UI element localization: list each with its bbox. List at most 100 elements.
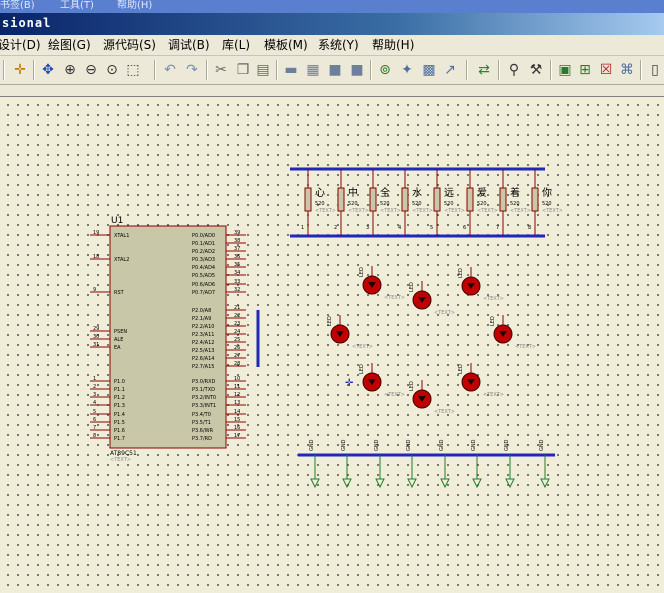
mcu-pin-name: P3.1/TXD (192, 387, 215, 393)
resistor-label: 爱 (477, 186, 487, 199)
wire-autorouter-icon[interactable]: ⇄ (474, 60, 494, 80)
mcu-ref: U1 (111, 216, 123, 226)
mcu-pin-name: P1.7 (114, 436, 125, 442)
led-part-label: LED (458, 364, 464, 374)
add-sheet-icon[interactable]: ⊞ (575, 60, 595, 80)
pick-device-icon[interactable]: ⊚ (375, 60, 395, 80)
package-icon[interactable]: ▩ (419, 60, 439, 80)
toolbar-separator (466, 60, 468, 80)
mcu-pin-name: P1.6 (114, 428, 125, 434)
led-part-label: LED (359, 267, 365, 277)
menu-source[interactable]: 源代码(S) (103, 37, 156, 53)
led-text-placeholder: <TEXT> (384, 295, 405, 301)
mcu-pin-name: P3.3/INT1 (192, 403, 216, 409)
mcu-pin-name: XTAL2 (114, 257, 129, 263)
make-device-icon[interactable]: ✦ (397, 60, 417, 80)
resistor-body[interactable] (401, 187, 409, 212)
toolbar: ✛ ✥ ⊕ ⊖ ⊙ ⬚ ↶ ↷ ✂ ❐ ▤ ▬ ▦ ■ ■ ⊚ ✦ ▩ ↗ ⇄ … (0, 56, 664, 85)
zoom-out-icon[interactable]: ⊖ (81, 60, 101, 80)
redo-icon[interactable]: ↷ (182, 60, 202, 80)
mcu-pin-name: P2.3/A11 (192, 332, 214, 338)
secondary-toolbar-strip (0, 85, 664, 97)
resistor-body[interactable] (304, 187, 312, 212)
mcu-pin-name: P0.4/AD4 (192, 265, 215, 271)
block-rotate-icon[interactable]: ■ (325, 60, 345, 80)
ground-icon (407, 478, 417, 489)
mcu-pin-name: P2.6/A14 (192, 356, 214, 362)
mcu-pin-number: 21 (234, 305, 240, 311)
origin-icon[interactable]: ✛ (10, 60, 30, 80)
resistor-pin-number: 1 (301, 225, 304, 231)
resistor-body[interactable] (433, 187, 441, 212)
menu-system[interactable]: 系统(Y) (318, 37, 359, 53)
zoom-in-icon[interactable]: ⊕ (60, 60, 80, 80)
delete-sheet-icon[interactable]: ☒ (596, 60, 616, 80)
resistor-value: 520 (542, 201, 552, 207)
mcu-pin-name: P1.4 (114, 412, 125, 418)
menu-debug[interactable]: 调试(B) (168, 37, 210, 53)
menu-tools-fragment[interactable]: 工具(T) (60, 0, 94, 12)
pan-icon[interactable]: ✥ (38, 60, 58, 80)
ground-label: GND (539, 439, 545, 451)
mcu-pin-name: P1.3 (114, 403, 125, 409)
ground-label: GND (471, 439, 477, 451)
resistor-value: 520 (444, 201, 454, 207)
menu-design[interactable]: 设计(D) (0, 37, 41, 53)
mcu-pin-number: 3 (93, 392, 96, 398)
toolbar-separator (640, 60, 642, 80)
search-icon[interactable]: ⚲ (504, 60, 524, 80)
menu-template[interactable]: 模板(M) (264, 37, 308, 53)
mcu-pin-number: 4 (93, 400, 96, 406)
resistor-body[interactable] (337, 187, 345, 212)
menu-help-fragment[interactable]: 帮助(H) (117, 0, 152, 12)
mcu-pin-number: 26 (234, 345, 240, 351)
block-copy-icon[interactable]: ▬ (281, 60, 301, 80)
menu-help[interactable]: 帮助(H) (372, 37, 414, 53)
resistor-label: 水 (412, 187, 422, 199)
toolbar-separator (206, 60, 208, 80)
led-part-label: LED (458, 268, 464, 278)
mcu-pin-name: P1.1 (114, 387, 125, 393)
property-tool-icon[interactable]: ⚒ (526, 60, 546, 80)
mcu-pin-name: EA (114, 345, 121, 351)
resistor-body[interactable] (369, 187, 377, 212)
decompose-icon[interactable]: ↗ (440, 60, 460, 80)
copy-icon[interactable]: ❐ (233, 60, 253, 80)
new-sheet-icon[interactable]: ▣ (555, 60, 575, 80)
resistor-body[interactable] (466, 187, 474, 212)
resistor-value: 520 (380, 201, 390, 207)
mcu-pin-number: 30 (93, 334, 99, 340)
paste-icon[interactable]: ▤ (253, 60, 273, 80)
mcu-pin-name: P0.3/AD3 (192, 257, 215, 263)
zoom-all-icon[interactable]: ⊙ (102, 60, 122, 80)
undo-icon[interactable]: ↶ (160, 60, 180, 80)
cut-icon[interactable]: ✂ (211, 60, 231, 80)
menu-library[interactable]: 库(L) (222, 37, 250, 53)
led-part-label: LED (359, 364, 365, 374)
resistor-body[interactable] (531, 187, 539, 212)
resistor-value: 520 (348, 201, 358, 207)
schematic-drawing[interactable]: U1AT89C51<TEXT>19 XTAL118 XTAL29 RST29 PSEN3… (0, 97, 664, 593)
menu-bookmarks-fragment[interactable]: 书签(B) (0, 0, 35, 12)
zoom-area-icon[interactable]: ⬚ (123, 60, 143, 80)
resistor-value: 520 (510, 201, 520, 207)
window-title: sional (2, 16, 52, 30)
exit-icon[interactable]: ▯ (645, 60, 664, 80)
block-delete-icon[interactable]: ■ (347, 60, 367, 80)
mcu-pin-number: 15 (234, 417, 240, 423)
resistor-value: 520 (477, 201, 487, 207)
resistor-label: 中 (348, 186, 358, 199)
mcu-pin-number: 14 (234, 409, 240, 415)
ground-icon (540, 478, 550, 489)
mcu-pin-number: 34 (234, 270, 240, 276)
schematic-canvas[interactable]: U1 AT89C51 <TEXT> 19 XTAL1 18 XTAL2 9 RST 29 PSEN 3… (0, 97, 664, 593)
mcu-pin-number: 10 (234, 376, 240, 382)
resistor-body[interactable] (499, 187, 507, 212)
led-text-placeholder: <TEXT> (434, 409, 455, 415)
mcu-pin-name: P2.1/A9 (192, 316, 211, 322)
menu-draw[interactable]: 绘图(G) (48, 37, 91, 53)
led-text-placeholder: <TEXT> (352, 344, 373, 350)
mcu-pin-number: 11 (234, 384, 240, 390)
netlist-icon[interactable]: ⌘ (617, 60, 637, 80)
block-move-icon[interactable]: ▦ (303, 60, 323, 80)
